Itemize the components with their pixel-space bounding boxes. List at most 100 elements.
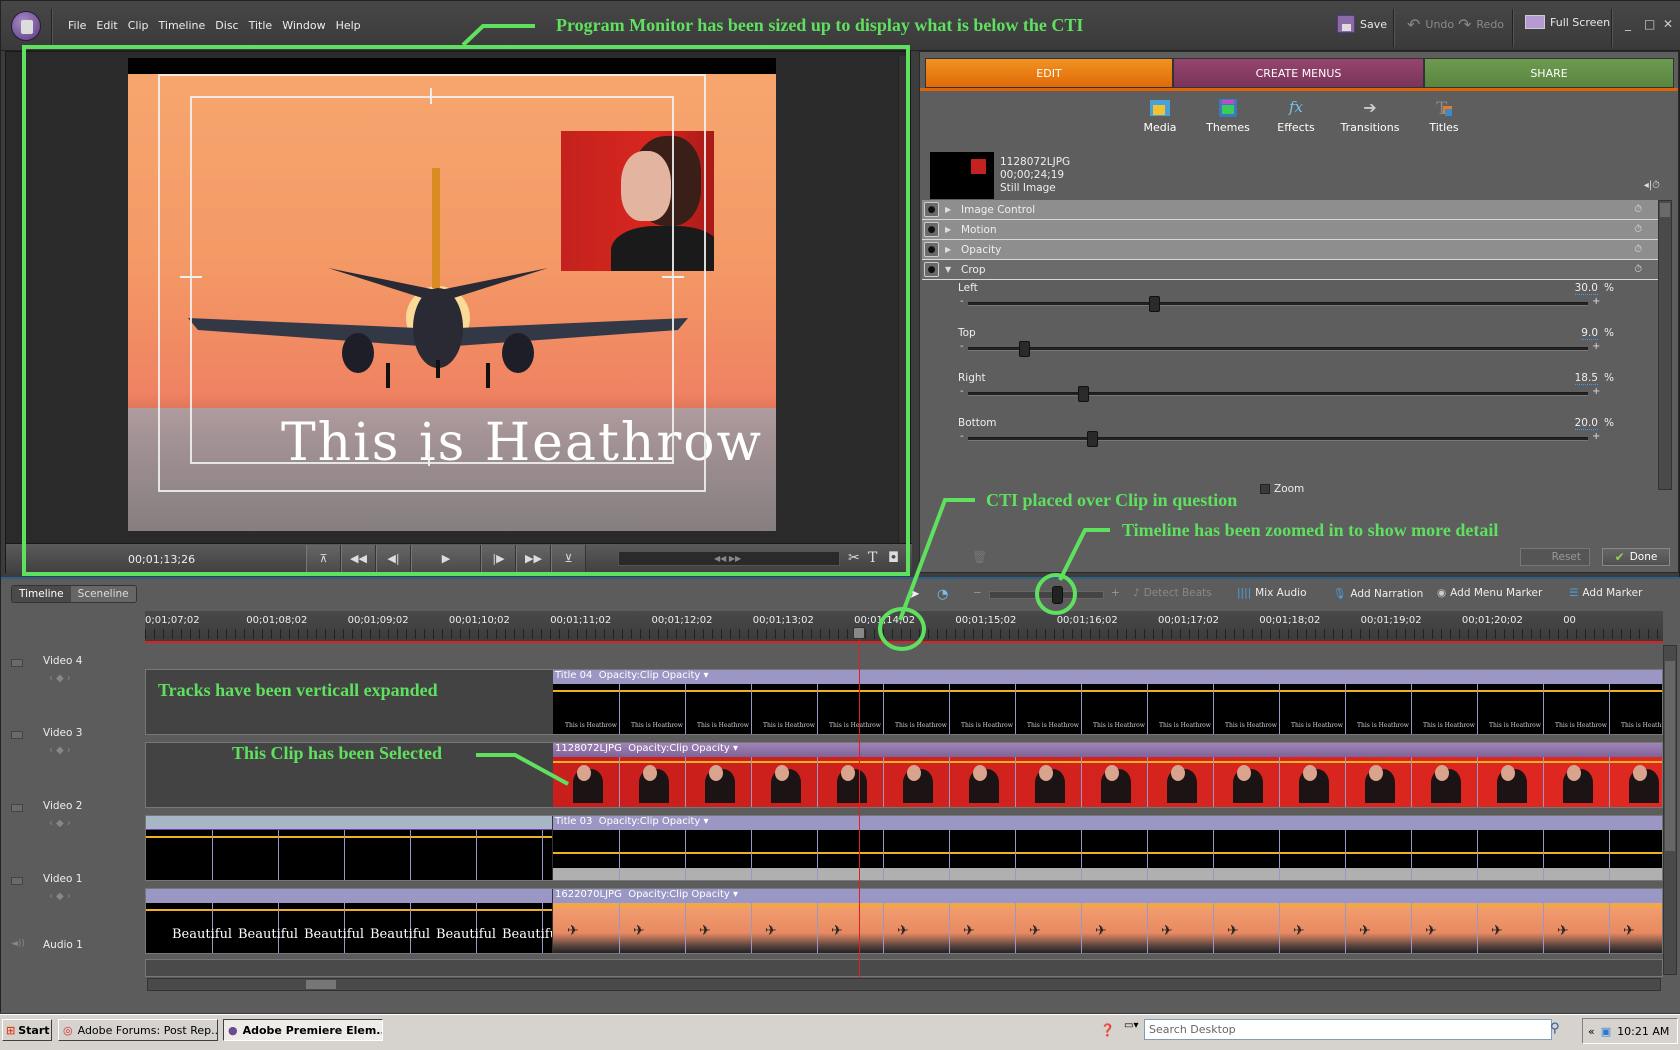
current-time-indicator-line[interactable] [859, 635, 861, 989]
crop-bottom-value[interactable]: 20.0 [1574, 417, 1598, 430]
reset-button[interactable]: Reset [1520, 548, 1590, 566]
current-time-indicator-handle[interactable] [853, 627, 866, 639]
start-button[interactable]: ⊞ Start [2, 1019, 52, 1041]
themes-button[interactable]: Themes [1198, 98, 1258, 134]
effects-button[interactable]: fx Effects [1266, 98, 1326, 134]
tab-create-menus[interactable]: CREATE MENUS [1173, 58, 1424, 88]
transitions-button[interactable]: ➔ Transitions [1334, 98, 1406, 134]
timeline-vertical-scrollbar[interactable] [1663, 645, 1677, 975]
clip-beautiful-title[interactable]: Beautiful Beautiful Beautiful Beautiful Beau… [146, 889, 553, 953]
show-keyframes-stopwatch-icon[interactable]: ◂|⏱ [1644, 180, 1660, 191]
crop-bottom-slider[interactable] [968, 431, 1588, 447]
network-icon[interactable]: ▣ [1601, 1025, 1611, 1038]
keyframe-nav-icon[interactable]: ‹◆› [49, 891, 74, 902]
effect-row-image-control[interactable]: ● ▶ Image Control ⏱ [922, 200, 1662, 220]
minimize-button[interactable]: _ [1625, 17, 1631, 31]
add-menu-marker-button[interactable]: ◉ Add Menu Marker [1437, 587, 1542, 599]
detect-beats-button[interactable]: ♪ Detect Beats [1133, 587, 1212, 599]
tab-sceneline[interactable]: Sceneline [70, 586, 136, 602]
timeline-horizontal-scrollbar[interactable] [147, 978, 1661, 991]
menu-disc[interactable]: Disc [210, 19, 243, 32]
clip-1128072ljpg-selected[interactable]: 1128072LJPG Opacity:Clip Opacity ▾ [553, 743, 1662, 807]
taskbar-chrome-window[interactable]: ◎ Adobe Forums: Post Rep... [58, 1019, 218, 1041]
slider-thumb[interactable] [1149, 296, 1160, 312]
selection-tool-icon[interactable]: ➤ [909, 587, 920, 602]
crop-top-value[interactable]: 9.0 [1581, 327, 1598, 340]
keyframe-nav-icon[interactable]: ‹◆› [49, 673, 74, 684]
crop-right-slider[interactable] [968, 386, 1588, 402]
maximize-button[interactable]: □ [1644, 17, 1655, 31]
titles-button[interactable]: T Titles [1414, 98, 1474, 134]
desktop-toolbar-icon[interactable]: ▭▾ [1124, 1020, 1138, 1031]
stopwatch-icon[interactable]: ⏱ [1634, 264, 1642, 275]
crop-top-slider[interactable] [968, 341, 1588, 357]
slider-thumb[interactable] [1087, 431, 1098, 447]
stopwatch-icon[interactable]: ⏱ [1634, 204, 1642, 215]
done-button[interactable]: ✔ Done [1602, 548, 1670, 566]
clip-title-03[interactable]: Title 03 Opacity:Clip Opacity ▾ [553, 816, 1662, 880]
clip-1622070ljpg[interactable]: 1622070LJPG Opacity:Clip Opacity ▾ ✈ ✈ ✈ ✈ ✈… [553, 889, 1662, 953]
menu-help[interactable]: Help [331, 19, 366, 32]
frame-divider [344, 830, 345, 880]
crop-right-value[interactable]: 18.5 [1574, 372, 1598, 385]
clip-property-dropdown[interactable]: Opacity:Clip Opacity [628, 743, 730, 754]
slider-thumb[interactable] [1077, 386, 1089, 402]
visibility-eye-icon[interactable]: ● [924, 242, 939, 257]
search-magnifier-icon[interactable]: ⚲ [1550, 1021, 1560, 1036]
visibility-eye-icon[interactable]: ● [924, 222, 939, 237]
menu-file[interactable]: File [63, 19, 91, 32]
zoom-in-icon[interactable]: + [1111, 587, 1120, 599]
search-desktop-input[interactable]: Search Desktop [1144, 1019, 1552, 1040]
checkbox-box[interactable] [1260, 484, 1270, 494]
menu-title[interactable]: Title [244, 19, 278, 32]
slider-thumb[interactable] [1018, 341, 1030, 357]
visibility-eye-icon[interactable]: ● [924, 262, 939, 277]
add-narration-button[interactable]: 🎙 Add Narration [1333, 587, 1423, 601]
show-hidden-icons-icon[interactable]: « [1588, 1025, 1595, 1038]
visibility-eye-icon[interactable]: ● [924, 202, 939, 217]
save-button[interactable]: Save [1337, 15, 1387, 33]
menu-edit[interactable]: Edit [91, 19, 122, 32]
effect-row-motion[interactable]: ● ▶ Motion ⏱ [922, 220, 1662, 240]
clip-property-dropdown[interactable]: Opacity:Clip Opacity [599, 670, 701, 681]
frame-divider [410, 830, 411, 880]
clip-title-04[interactable]: Title 04 Opacity:Clip Opacity ▾ This is … [553, 670, 1662, 734]
tab-timeline[interactable]: Timeline [12, 586, 71, 602]
keyframe-nav-icon[interactable]: ‹◆› [49, 745, 74, 756]
media-button[interactable]: Media [1130, 98, 1190, 134]
clip-previous-title[interactable] [146, 816, 553, 880]
time-stretch-icon[interactable]: ◔ [937, 587, 948, 602]
zoom-out-icon[interactable]: − [973, 587, 982, 599]
expand-arrow-icon[interactable]: ▶ [945, 225, 955, 234]
stopwatch-icon[interactable]: ⏱ [1634, 244, 1642, 255]
clip-property-dropdown[interactable]: Opacity:Clip Opacity [628, 889, 730, 900]
trash-icon[interactable]: 🗑 [972, 550, 987, 564]
expand-arrow-icon[interactable]: ▶ [945, 205, 955, 214]
scroll-thumb[interactable] [1665, 661, 1675, 851]
tab-share[interactable]: SHARE [1424, 58, 1674, 88]
menu-timeline[interactable]: Timeline [154, 19, 211, 32]
taskbar-premiere-window[interactable]: ● Adobe Premiere Elem... [223, 1019, 383, 1041]
effect-row-opacity[interactable]: ● ▶ Opacity ⏱ [922, 240, 1662, 260]
effect-row-crop[interactable]: ● ▼ Crop ⏱ [922, 260, 1662, 280]
crop-left-value[interactable]: 30.0 [1574, 282, 1598, 295]
stopwatch-icon[interactable]: ⏱ [1634, 224, 1642, 235]
close-button[interactable]: ✕ [1663, 17, 1673, 31]
undo-button[interactable]: ↶ Undo [1407, 15, 1454, 34]
mix-audio-button[interactable]: |||| Mix Audio [1237, 587, 1307, 599]
full-screen-button[interactable]: Full Screen [1525, 15, 1610, 29]
zoom-checkbox[interactable]: Zoom [1260, 483, 1304, 495]
menu-window[interactable]: Window [277, 19, 330, 32]
tab-edit[interactable]: EDIT [925, 58, 1173, 88]
crop-left-slider[interactable] [968, 296, 1588, 312]
clip-property-dropdown[interactable]: Opacity:Clip Opacity [599, 816, 701, 827]
scroll-thumb[interactable] [306, 980, 336, 989]
add-marker-button[interactable]: ☰ Add Marker [1569, 587, 1642, 599]
keyframe-nav-icon[interactable]: ‹◆› [49, 818, 74, 829]
properties-scrollbar[interactable] [1658, 200, 1672, 490]
redo-button[interactable]: ↷ Redo [1458, 15, 1504, 34]
menu-clip[interactable]: Clip [123, 19, 154, 32]
help-icon[interactable]: ❓ [1100, 1023, 1115, 1037]
collapse-arrow-icon[interactable]: ▼ [945, 265, 955, 274]
expand-arrow-icon[interactable]: ▶ [945, 245, 955, 254]
